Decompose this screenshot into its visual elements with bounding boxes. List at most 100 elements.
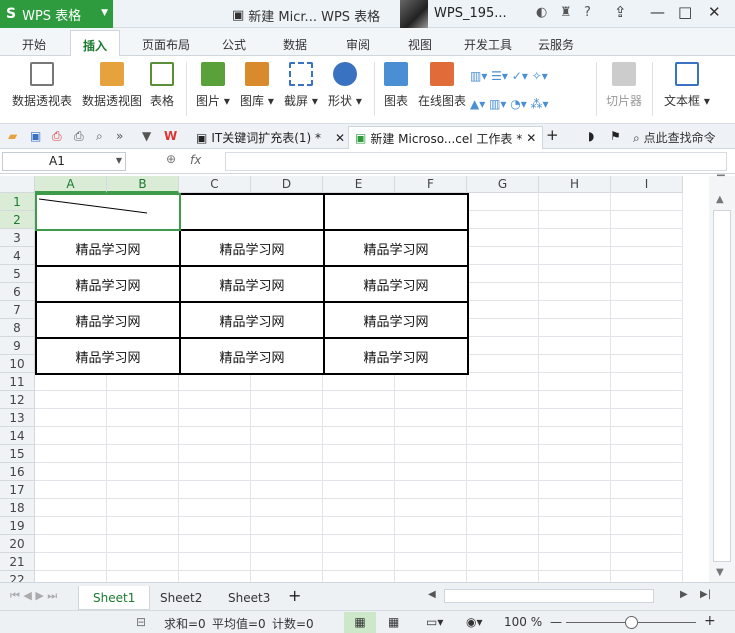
- row-header[interactable]: 4: [0, 247, 35, 265]
- hscroll-end-icon[interactable]: ▶|: [700, 589, 711, 600]
- row-header[interactable]: 7: [0, 301, 35, 319]
- tab-cloud[interactable]: 云服务: [538, 36, 574, 53]
- row-header[interactable]: 1: [0, 193, 35, 211]
- merged-cell[interactable]: 精品学习网: [179, 229, 325, 267]
- sheet-tab-1[interactable]: Sheet1: [78, 586, 151, 610]
- preview-icon[interactable]: ⌕: [96, 129, 103, 144]
- formula-input[interactable]: [225, 152, 727, 171]
- tab-document-2[interactable]: ▣ 新建 Microso...cel 工作表 * ✕: [348, 126, 544, 149]
- open-icon[interactable]: ▰: [8, 129, 17, 143]
- textbox-button[interactable]: 文本框 ▾: [664, 60, 710, 109]
- wps-home-icon[interactable]: W: [164, 129, 177, 143]
- sheet-tab-3[interactable]: Sheet3: [214, 586, 284, 610]
- dropdown-icon[interactable]: ▼: [142, 129, 151, 143]
- row-header[interactable]: 11: [0, 373, 35, 391]
- column-header[interactable]: C: [179, 176, 251, 193]
- merged-cell[interactable]: 精品学习网: [35, 265, 181, 303]
- row-header[interactable]: 3: [0, 229, 35, 247]
- chart-button[interactable]: 图表: [384, 60, 408, 109]
- fx-button[interactable]: fx: [190, 153, 201, 167]
- new-tab-icon[interactable]: +: [546, 126, 559, 144]
- shape-button[interactable]: 形状 ▾: [328, 60, 362, 109]
- select-all-corner[interactable]: [0, 176, 35, 193]
- name-box[interactable]: A1 ▼: [2, 152, 126, 171]
- column-header[interactable]: B: [107, 176, 179, 193]
- tab-view[interactable]: 视图: [408, 36, 432, 53]
- sheet-tab-2[interactable]: Sheet2: [146, 586, 216, 610]
- column-header[interactable]: G: [467, 176, 539, 193]
- row-header[interactable]: 5: [0, 265, 35, 283]
- row-header[interactable]: 9: [0, 337, 35, 355]
- row-header[interactable]: 22: [0, 571, 35, 582]
- print-icon[interactable]: ⎙: [74, 129, 84, 144]
- zoom-formula-icon[interactable]: ⊕: [166, 152, 176, 166]
- maximize-button[interactable]: □: [678, 3, 692, 21]
- merged-cell[interactable]: 精品学习网: [179, 301, 325, 339]
- row-header[interactable]: 6: [0, 283, 35, 301]
- merged-cell[interactable]: 精品学习网: [179, 337, 325, 375]
- user-name[interactable]: WPS_195...: [434, 6, 507, 21]
- row-header[interactable]: 12: [0, 391, 35, 409]
- scroll-top-icon[interactable]: ▔: [717, 176, 725, 187]
- row-header[interactable]: 18: [0, 499, 35, 517]
- shirt-icon[interactable]: ♜: [560, 5, 572, 20]
- column-header[interactable]: D: [251, 176, 323, 193]
- column-header[interactable]: I: [611, 176, 683, 193]
- normal-view-button[interactable]: ▦: [344, 612, 376, 633]
- doc-menu-icon[interactable]: ◗: [588, 129, 594, 143]
- merged-cell[interactable]: 精品学习网: [35, 301, 181, 339]
- app-menu-button[interactable]: S WPS 表格 ▼: [0, 0, 113, 28]
- row-header[interactable]: 17: [0, 481, 35, 499]
- zoom-slider-handle[interactable]: [625, 616, 638, 629]
- hscroll-thumb[interactable]: [444, 589, 654, 603]
- tab-data[interactable]: 数据: [283, 36, 307, 53]
- tab-insert[interactable]: 插入: [70, 30, 121, 56]
- zoom-in-icon[interactable]: +: [704, 613, 716, 629]
- share-icon[interactable]: ⚑: [610, 129, 621, 143]
- gallery-button[interactable]: 图库 ▾: [240, 60, 274, 109]
- merged-cell[interactable]: 精品学习网: [323, 229, 469, 267]
- merged-cell[interactable]: 精品学习网: [323, 265, 469, 303]
- vertical-scrollbar[interactable]: ▔ ▲ ▼: [709, 176, 735, 582]
- sheet-nav-icons[interactable]: ⏮ ◀ ▶ ⏭: [10, 589, 57, 603]
- tab-document-1[interactable]: ▣ IT关键词扩充表(1) * ✕: [190, 126, 351, 149]
- minimize-button[interactable]: —: [650, 3, 665, 21]
- pivot-table-button[interactable]: 数据透视表: [12, 60, 72, 109]
- column-header[interactable]: E: [323, 176, 395, 193]
- scroll-up-icon[interactable]: ▲: [716, 194, 724, 205]
- spreadsheet-grid[interactable]: A B C D E F G H I 1 2 3 4 5 6 7 8 9 10 11 12 13 14 15 16 17 18 19 20…: [0, 176, 709, 582]
- tab-home[interactable]: 开始: [22, 36, 46, 53]
- more-icon[interactable]: »: [116, 129, 123, 143]
- column-header[interactable]: H: [539, 176, 611, 193]
- online-chart-button[interactable]: 在线图表: [418, 60, 466, 109]
- pdf-icon[interactable]: ⎙: [52, 129, 62, 144]
- tab-review[interactable]: 审阅: [346, 36, 370, 53]
- close-button[interactable]: ✕: [708, 3, 721, 21]
- merged-cell[interactable]: 精品学习网: [323, 301, 469, 339]
- column-header[interactable]: F: [395, 176, 467, 193]
- column-header[interactable]: A: [35, 176, 107, 193]
- hscroll-left-icon[interactable]: ◀: [428, 589, 436, 600]
- tab-formula[interactable]: 公式: [222, 36, 246, 53]
- zoom-out-icon[interactable]: —: [550, 615, 562, 629]
- close-icon[interactable]: ✕: [335, 131, 345, 145]
- row-header[interactable]: 14: [0, 427, 35, 445]
- add-sheet-icon[interactable]: +: [288, 586, 301, 605]
- row-header[interactable]: 21: [0, 553, 35, 571]
- row-header[interactable]: 15: [0, 445, 35, 463]
- row-header[interactable]: 19: [0, 517, 35, 535]
- row-header[interactable]: 16: [0, 463, 35, 481]
- close-icon[interactable]: ✕: [526, 131, 536, 145]
- row-header[interactable]: 13: [0, 409, 35, 427]
- row-header[interactable]: 20: [0, 535, 35, 553]
- find-command[interactable]: ⌕ 点此查找命令: [633, 129, 716, 146]
- help-icon[interactable]: ?: [584, 5, 591, 20]
- merged-cell[interactable]: 精品学习网: [35, 337, 181, 375]
- tab-page-layout[interactable]: 页面布局: [142, 36, 190, 53]
- table-button[interactable]: 表格: [150, 60, 174, 109]
- eye-care-button[interactable]: ◉▾: [466, 615, 483, 629]
- hscroll-right-icon[interactable]: ▶: [680, 589, 688, 600]
- mini-chart-buttons[interactable]: ▥▾ ☰▾ ✓▾ ✧▾ ▲▾ ▥▾ ◔▾ ⁂▾: [470, 62, 549, 118]
- merged-cell[interactable]: [179, 193, 325, 231]
- row-header[interactable]: 8: [0, 319, 35, 337]
